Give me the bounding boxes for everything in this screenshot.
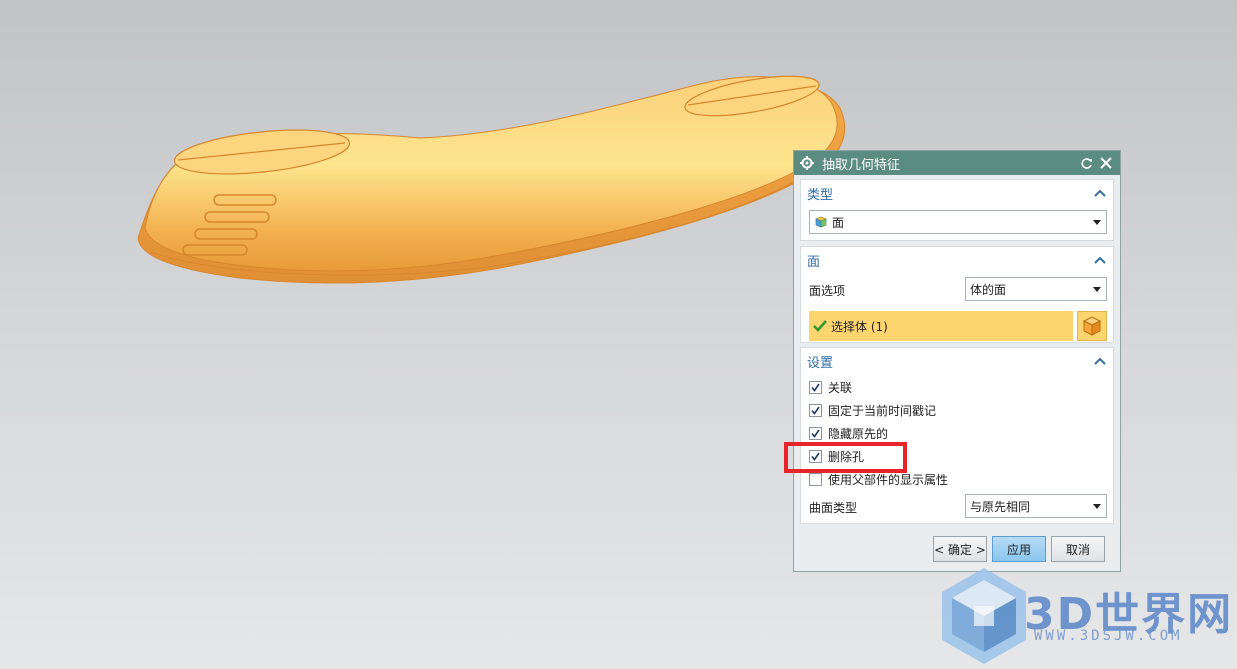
- associative-checkbox[interactable]: 关联: [809, 378, 852, 396]
- ok-button[interactable]: < 确定 >: [933, 536, 987, 562]
- face-option-label: 面选项: [809, 284, 846, 298]
- checkbox-label: 固定于当前时间戳记: [828, 403, 937, 418]
- extract-geometry-dialog: 抽取几何特征 类型 面 面 面选项 体的面 选择体 (1) 设置 关联 固定于当…: [793, 150, 1121, 572]
- surface-type-label: 曲面类型: [809, 501, 858, 515]
- face-group-title: 面: [807, 254, 821, 270]
- fix-at-timestamp-checkbox[interactable]: 固定于当前时间戳记: [809, 401, 936, 419]
- select-body-row[interactable]: 选择体 (1): [809, 311, 1073, 341]
- chevron-up-icon[interactable]: [1093, 186, 1107, 200]
- use-parent-display-checkbox[interactable]: 使用父部件的显示属性: [809, 470, 948, 488]
- type-select-value: 面: [832, 215, 845, 230]
- apply-button[interactable]: 应用: [992, 536, 1046, 562]
- settings-group-title: 设置: [807, 355, 834, 371]
- gear-icon: [800, 156, 814, 170]
- checkbox-checked-icon: [809, 449, 822, 463]
- chevron-up-icon[interactable]: [1093, 354, 1107, 368]
- checkbox-label: 隐藏原先的: [828, 426, 889, 441]
- face-group-header[interactable]: 面: [801, 247, 1113, 273]
- face-option-select[interactable]: 体的面: [965, 277, 1107, 301]
- checkbox-label: 使用父部件的显示属性: [828, 472, 949, 487]
- checkbox-checked-icon: [809, 426, 822, 440]
- checkbox-checked-icon: [809, 380, 822, 394]
- surface-type-value: 与原先相同: [970, 499, 1031, 514]
- settings-group-header[interactable]: 设置: [801, 348, 1113, 374]
- chevron-up-icon[interactable]: [1093, 253, 1107, 267]
- type-select[interactable]: 面: [809, 210, 1107, 234]
- reset-icon[interactable]: [1078, 155, 1094, 171]
- surface-type-select[interactable]: 与原先相同: [965, 494, 1107, 518]
- chevron-down-icon: [1092, 284, 1102, 294]
- watermark-url: WWW.3DSJW.COM: [1034, 628, 1183, 644]
- checkmark-icon: [813, 319, 827, 333]
- face-type-icon: [814, 215, 828, 229]
- solid-body-icon: [1081, 315, 1103, 337]
- checkbox-label: 删除孔: [828, 449, 865, 464]
- type-group-title: 类型: [807, 187, 834, 203]
- chevron-down-icon: [1092, 217, 1102, 227]
- settings-group: 设置 关联 固定于当前时间戳记 隐藏原先的 删除孔 使用父部件的显示属性 曲面类…: [800, 347, 1114, 524]
- dialog-title: 抽取几何特征: [822, 157, 901, 173]
- hide-original-checkbox[interactable]: 隐藏原先的: [809, 424, 888, 442]
- checkbox-label: 关联: [828, 380, 853, 395]
- checkbox-checked-icon: [809, 403, 822, 417]
- close-icon[interactable]: [1098, 155, 1114, 171]
- select-body-cube-button[interactable]: [1077, 311, 1107, 341]
- cancel-button[interactable]: 取消: [1051, 536, 1105, 562]
- select-body-label: 选择体 (1): [831, 319, 888, 334]
- checkbox-unchecked-icon: [809, 472, 822, 486]
- dialog-title-bar[interactable]: 抽取几何特征: [794, 151, 1120, 175]
- chevron-down-icon: [1092, 501, 1102, 511]
- type-group: 类型 面: [800, 179, 1114, 241]
- type-group-header[interactable]: 类型: [801, 180, 1113, 206]
- face-option-value: 体的面: [970, 282, 1007, 297]
- face-group: 面 面选项 体的面 选择体 (1): [800, 246, 1114, 343]
- delete-holes-checkbox[interactable]: 删除孔: [809, 447, 864, 465]
